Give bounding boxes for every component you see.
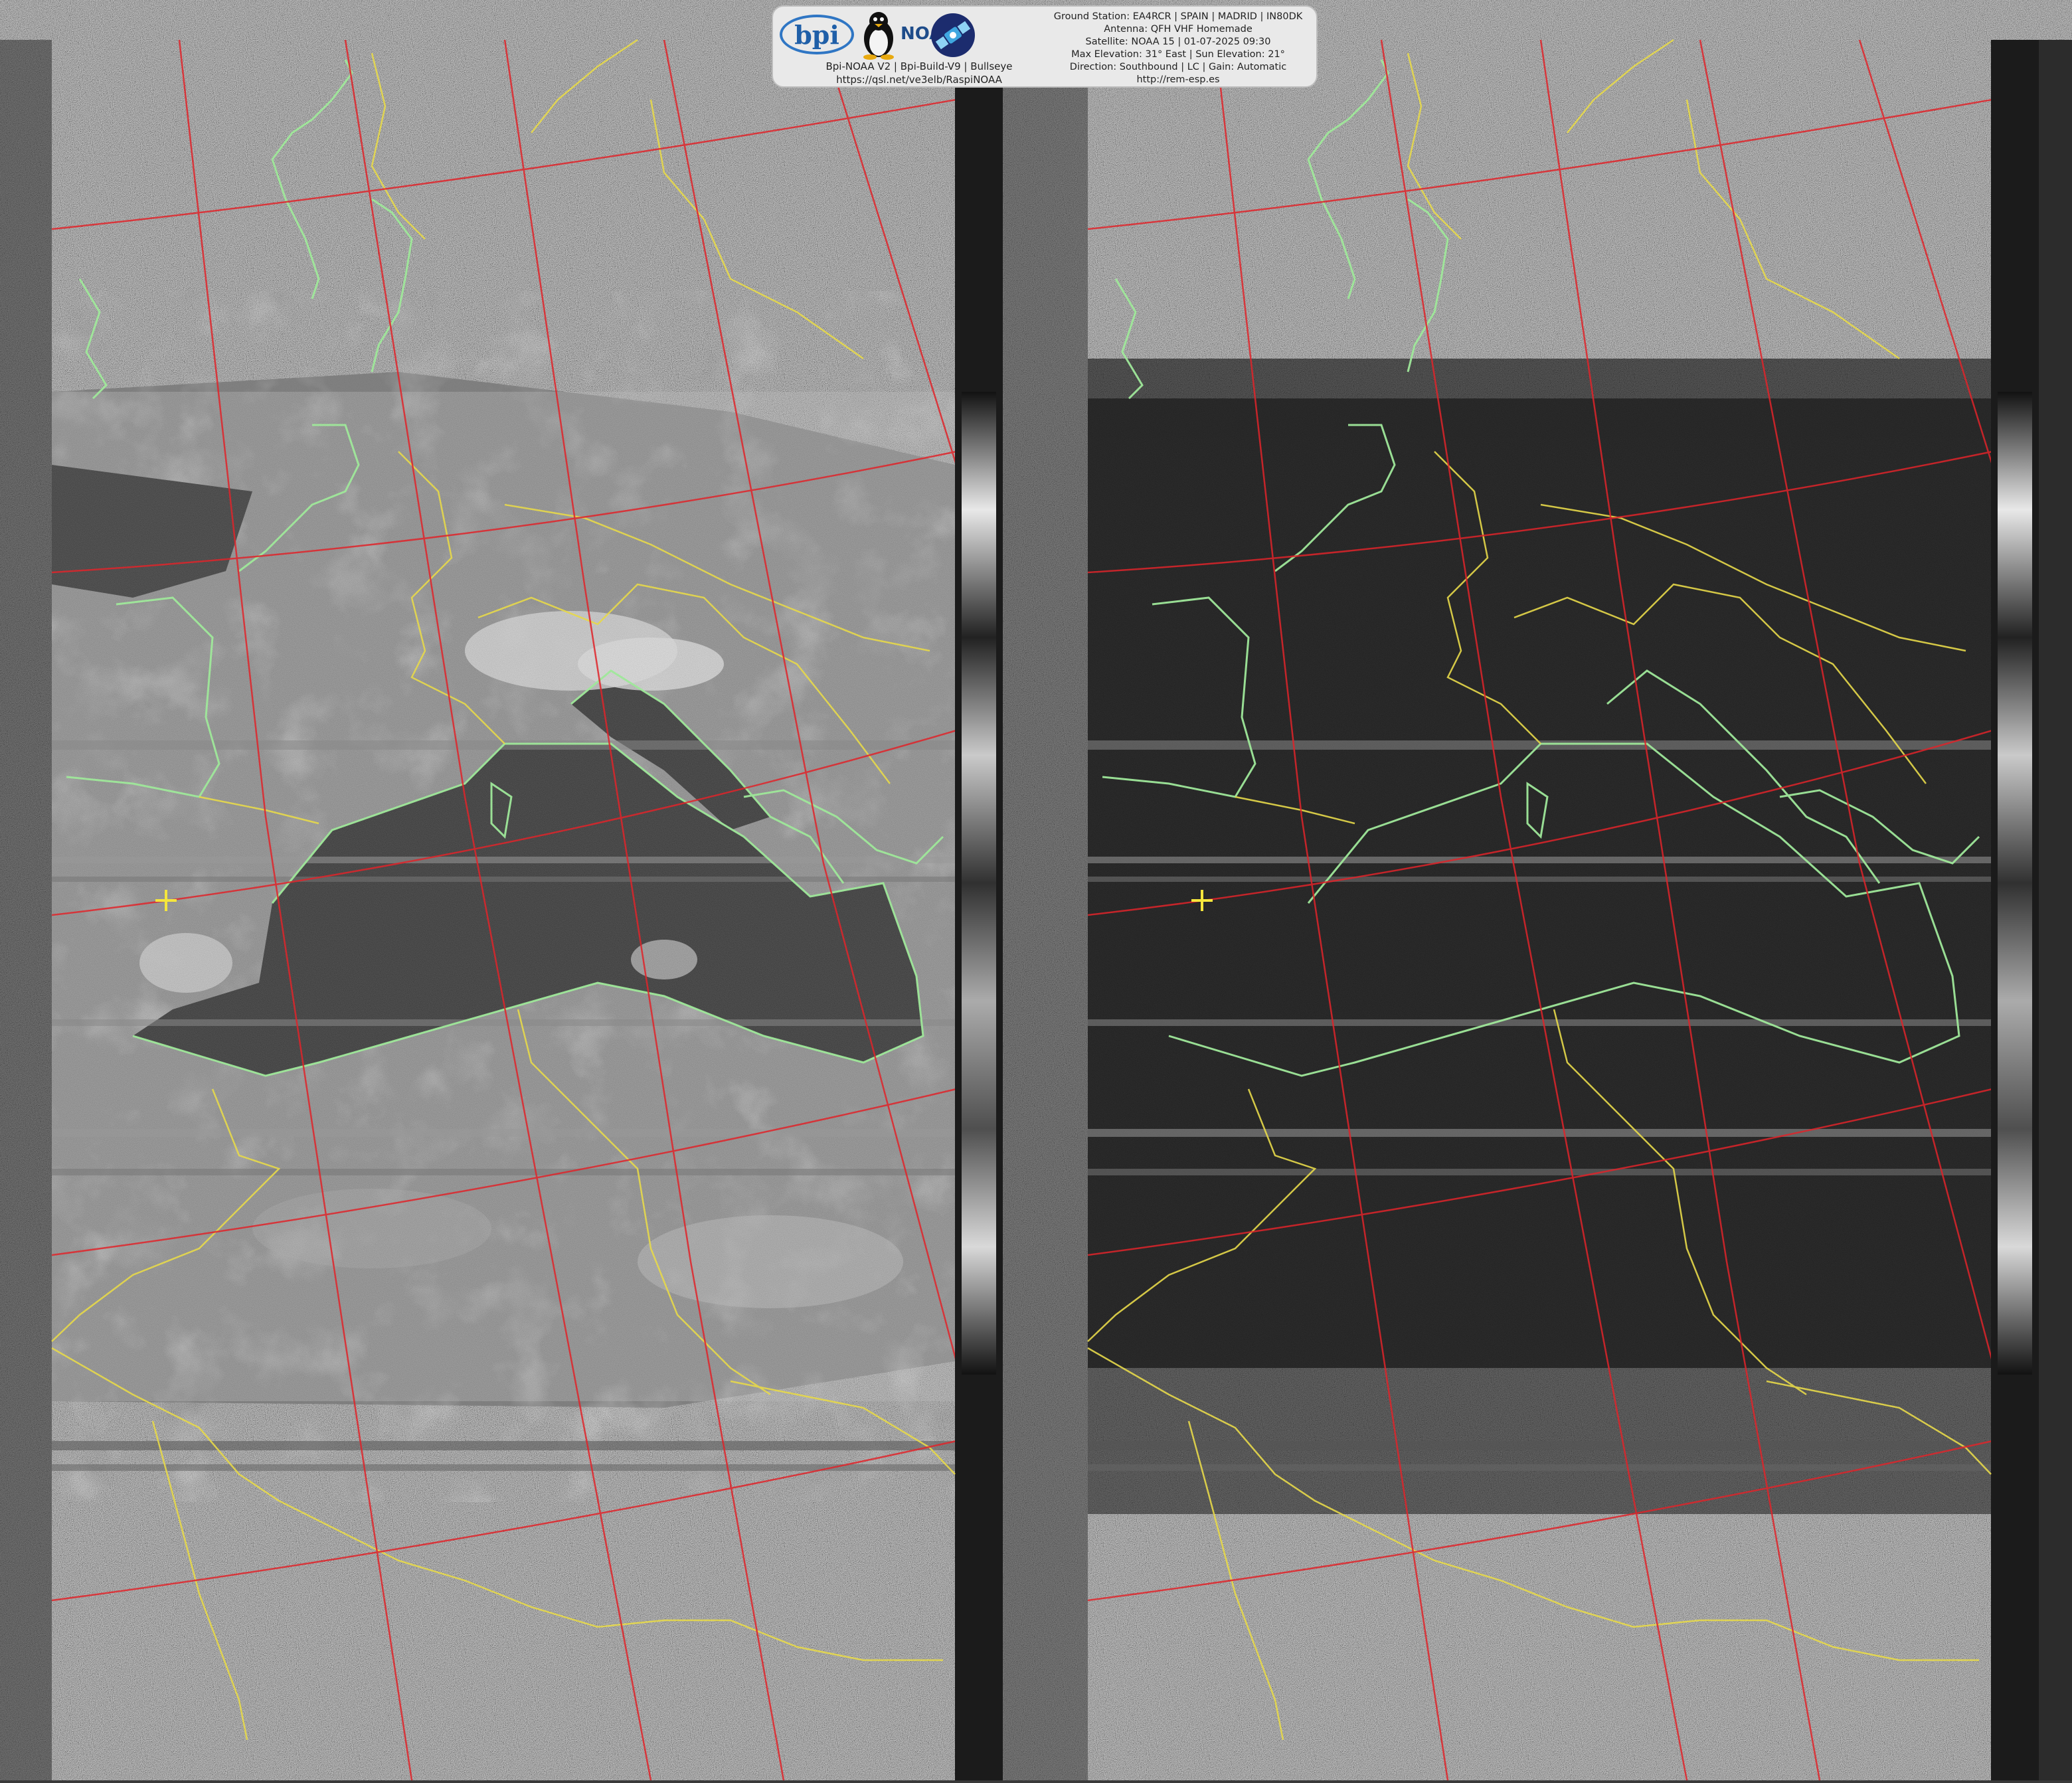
station-url[interactable]: http://rem-esp.es [1039,74,1318,86]
bpi-logo-icon: bpi [780,15,854,54]
elevation-line: Max Elevation: 31° East | Sun Elevation:… [1071,49,1285,60]
direction-line: Direction: Southbound | LC | Gain: Autom… [1069,62,1287,72]
right-channel-panel [1088,359,1991,1514]
logo-area: bpi NOAA Bpi-NOAA V2 | Bpi-Build-V9 | Bu… [773,7,1065,89]
satellite-badge-icon [931,13,975,57]
apt-satellite-image: bpi NOAA Bpi-NOAA V2 | Bpi-Build-V9 | Bu… [0,0,2072,1780]
project-url[interactable]: https://qsl.net/ve3elb/RaspiNOAA [773,73,1065,86]
build-caption: Bpi-NOAA V2 | Bpi-Build-V9 | Bullseye [825,60,1013,72]
antenna-line: Antenna: QFH VHF Homemade [1104,24,1252,35]
station-info: Ground Station: EA4RCR | SPAIN | MADRID … [1039,11,1318,86]
ground-station-line: Ground Station: EA4RCR | SPAIN | MADRID … [1053,11,1303,22]
info-header: bpi NOAA Bpi-NOAA V2 | Bpi-Build-V9 | Bu… [772,5,1318,88]
satellite-composite [0,0,2072,1780]
tux-penguin-icon [863,12,894,60]
satellite-line: Satellite: NOAA 15 | 01-07-2025 09:30 [1085,37,1271,47]
